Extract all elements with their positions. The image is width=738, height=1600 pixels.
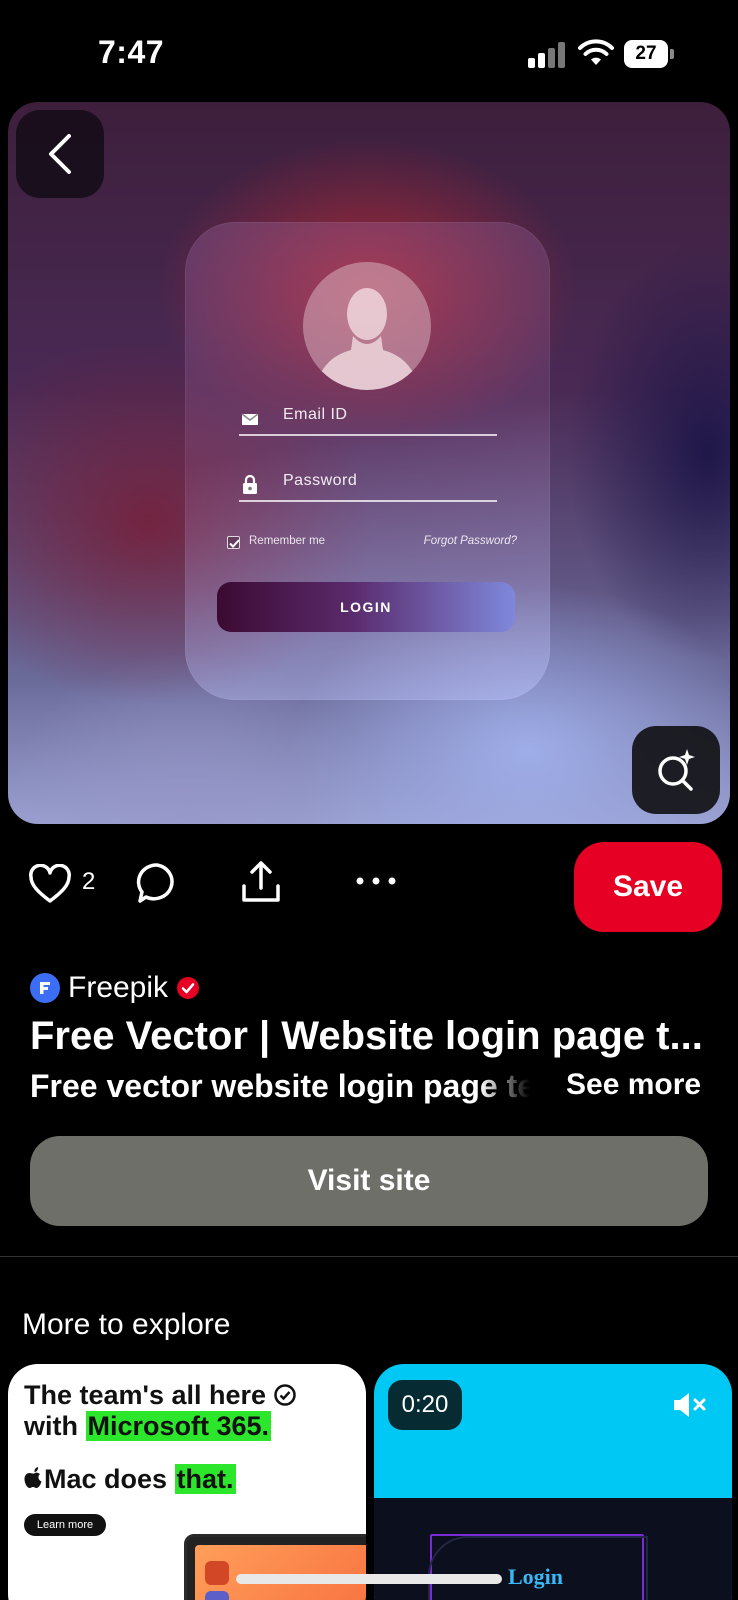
back-button[interactable] — [16, 110, 104, 198]
apple-logo-icon — [24, 1467, 42, 1488]
like-count: 2 — [82, 868, 96, 895]
learn-more-button[interactable]: Learn more — [24, 1514, 106, 1536]
checkbox-icon — [227, 536, 240, 549]
email-field: Email ID — [239, 406, 497, 436]
login-button-illustration: LOGIN — [217, 582, 515, 632]
remember-label: Remember me — [249, 535, 326, 547]
video-duration-badge: 0:20 — [388, 1380, 462, 1430]
login-card-illustration: Email ID Password Remember me Forgot Pas… — [185, 222, 550, 700]
see-more-link[interactable]: See more — [566, 1068, 701, 1102]
password-label: Password — [283, 472, 358, 489]
status-bar: 7:47 27 — [0, 0, 738, 100]
powerpoint-icon — [205, 1561, 229, 1585]
ad-headline: The team's all here with Microsoft 365. — [24, 1380, 354, 1442]
pin-description: Free vector website login page template — [30, 1068, 530, 1104]
cellular-signal-icon — [528, 42, 566, 68]
freepik-logo — [30, 973, 60, 1003]
ad-subline-highlight: that. — [174, 1464, 236, 1494]
explore-card-video[interactable]: 0:20 Login — [374, 1364, 732, 1600]
section-title: More to explore — [22, 1308, 231, 1341]
visual-search-button[interactable] — [632, 726, 720, 814]
battery-level: 27 — [624, 40, 668, 68]
visit-site-button[interactable]: Visit site — [30, 1136, 708, 1226]
ad-headline-line2: with — [24, 1411, 86, 1441]
ad-subline: Mac does that. — [24, 1464, 236, 1495]
laptop-image — [184, 1534, 366, 1600]
divider — [0, 1256, 738, 1257]
video-login-text: Login — [508, 1564, 564, 1589]
wifi-icon — [578, 39, 614, 65]
battery-icon: 27 — [624, 40, 674, 68]
action-row: 2 Save — [0, 836, 738, 932]
verified-badge-icon — [177, 977, 200, 999]
ad-headline-highlight: Microsoft 365. — [85, 1411, 272, 1441]
save-button[interactable]: Save — [574, 842, 722, 932]
lens-search-icon — [658, 749, 695, 791]
teams-icon — [205, 1591, 229, 1600]
chevron-left-icon — [49, 134, 71, 174]
avatar-icon — [303, 262, 431, 390]
forgot-password-label: Forgot Password? — [423, 535, 517, 547]
password-field: Password — [239, 472, 497, 502]
comment-icon[interactable] — [136, 862, 178, 904]
remember-row: Remember me Forgot Password? — [227, 534, 517, 554]
laptop-screen — [195, 1545, 366, 1600]
pin-image[interactable]: Email ID Password Remember me Forgot Pas… — [8, 102, 730, 824]
explore-card-ad[interactable]: The team's all here with Microsoft 365. … — [8, 1364, 366, 1600]
lock-icon — [243, 474, 257, 494]
check-circle-icon — [273, 1384, 296, 1406]
more-options-icon[interactable] — [356, 874, 396, 888]
share-icon[interactable] — [240, 860, 282, 904]
envelope-icon — [241, 413, 259, 425]
muted-speaker-icon[interactable] — [672, 1390, 708, 1420]
ad-subline-text: Mac does — [44, 1464, 175, 1494]
status-time: 7:47 — [98, 34, 165, 70]
ad-headline-line1: The team's all here — [24, 1380, 267, 1410]
home-indicator[interactable] — [236, 1574, 502, 1584]
creator-row[interactable]: Freepik — [30, 970, 200, 1006]
creator-name[interactable]: Freepik — [68, 971, 168, 1005]
pin-title: Free Vector | Website login page t... — [30, 1014, 703, 1058]
email-label: Email ID — [283, 406, 348, 423]
heart-icon[interactable] — [28, 864, 72, 904]
video-preview: Login — [374, 1498, 732, 1600]
